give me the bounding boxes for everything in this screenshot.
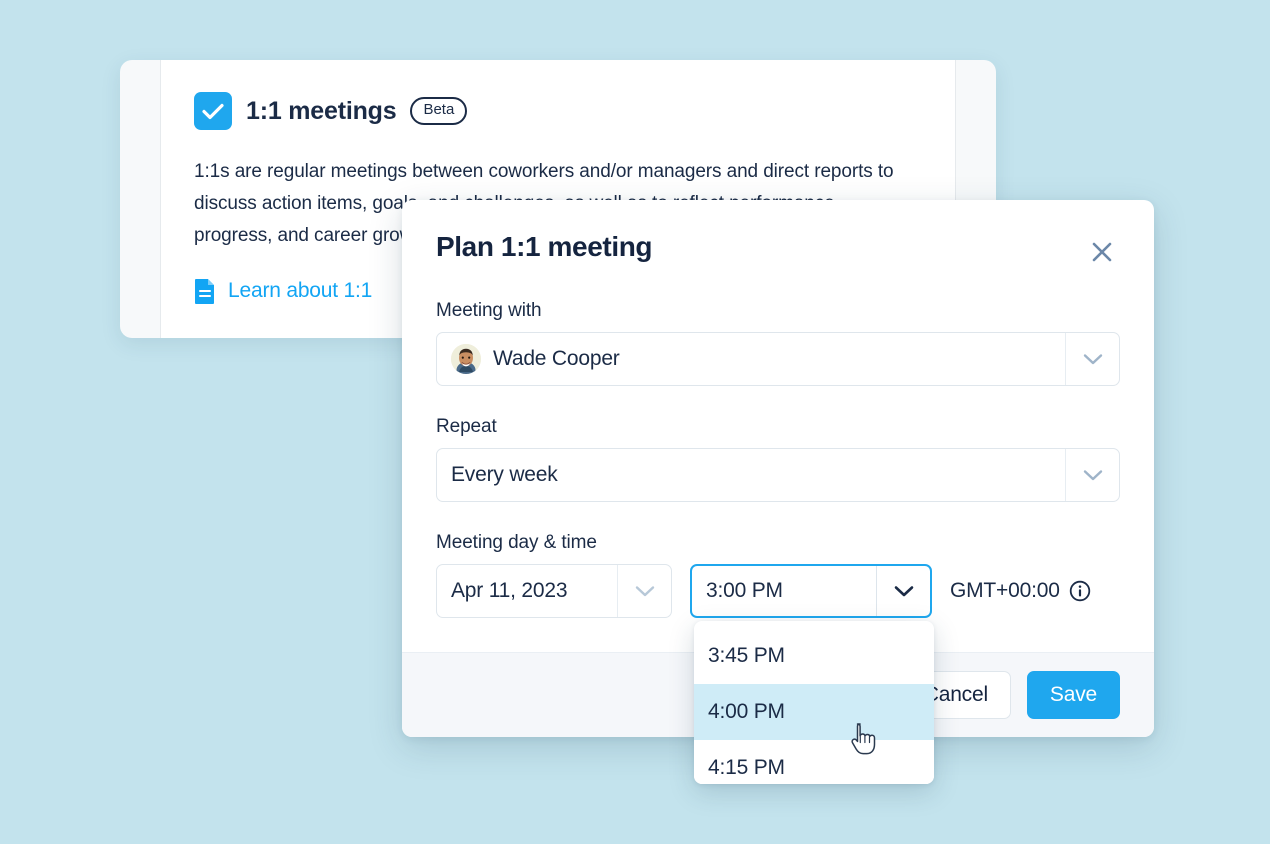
- chevron-down-icon: [635, 585, 654, 596]
- app-canvas: 1:1 meetings Beta 1:1s are regular meeti…: [0, 0, 1270, 844]
- meeting-date-value: Apr 11, 2023: [451, 579, 568, 602]
- repeat-value: Every week: [451, 463, 558, 486]
- time-option[interactable]: 3:45 PM: [694, 628, 934, 684]
- dialog-title: Plan 1:1 meeting: [436, 231, 653, 262]
- meeting-date-caret[interactable]: [617, 565, 671, 617]
- dialog-body: Plan 1:1 meeting Meeting with Wade Coope…: [402, 200, 1154, 652]
- close-icon: [1092, 242, 1112, 262]
- repeat-field: Repeat Every week: [436, 416, 1120, 502]
- repeat-caret[interactable]: [1065, 449, 1119, 501]
- meeting-with-caret[interactable]: [1065, 333, 1119, 385]
- meeting-daytime-row: Apr 11, 2023 3:00 PM GMT+00:00: [436, 564, 1120, 618]
- learn-about-link[interactable]: Learn about 1:1: [194, 278, 372, 304]
- dialog-header: Plan 1:1 meeting: [436, 231, 1120, 270]
- feature-title: 1:1 meetings: [246, 96, 397, 125]
- close-button[interactable]: [1084, 234, 1120, 270]
- meeting-daytime-field: Meeting day & time Apr 11, 2023 3:00 PM: [436, 532, 1120, 618]
- meeting-with-label: Meeting with: [436, 300, 542, 321]
- chevron-down-icon: [1083, 353, 1102, 364]
- time-option[interactable]: 4:00 PM: [694, 684, 934, 740]
- time-option[interactable]: 4:15 PM: [694, 740, 934, 784]
- user-avatar: [451, 344, 481, 374]
- feature-checkbox[interactable]: [194, 92, 232, 130]
- meeting-with-value: Wade Cooper: [493, 347, 620, 370]
- time-dropdown-list[interactable]: 3:45 PM 4:00 PM 4:15 PM: [694, 621, 934, 784]
- chevron-down-icon: [1083, 469, 1102, 480]
- chevron-down-icon: [894, 585, 913, 596]
- meeting-time-caret[interactable]: [876, 566, 930, 616]
- document-icon: [195, 279, 214, 304]
- meeting-date-select[interactable]: Apr 11, 2023: [436, 564, 672, 618]
- feature-header: 1:1 meetings Beta: [194, 92, 966, 130]
- timezone-label: GMT+00:00: [950, 579, 1060, 602]
- learn-about-link-label: Learn about 1:1: [228, 279, 373, 302]
- timezone-display: GMT+00:00: [950, 579, 1091, 603]
- beta-badge: Beta: [410, 96, 468, 126]
- avatar: [451, 344, 481, 374]
- meeting-time-select[interactable]: 3:00 PM: [690, 564, 932, 618]
- repeat-label: Repeat: [436, 416, 497, 437]
- save-button[interactable]: Save: [1026, 671, 1120, 719]
- meeting-with-field: Meeting with Wade Cooper: [436, 300, 1120, 386]
- check-icon: [202, 103, 224, 119]
- meeting-daytime-label: Meeting day & time: [436, 532, 597, 553]
- info-icon[interactable]: [1069, 580, 1091, 602]
- meeting-with-select[interactable]: Wade Cooper: [436, 332, 1120, 386]
- repeat-select[interactable]: Every week: [436, 448, 1120, 502]
- meeting-time-value: 3:00 PM: [706, 579, 783, 602]
